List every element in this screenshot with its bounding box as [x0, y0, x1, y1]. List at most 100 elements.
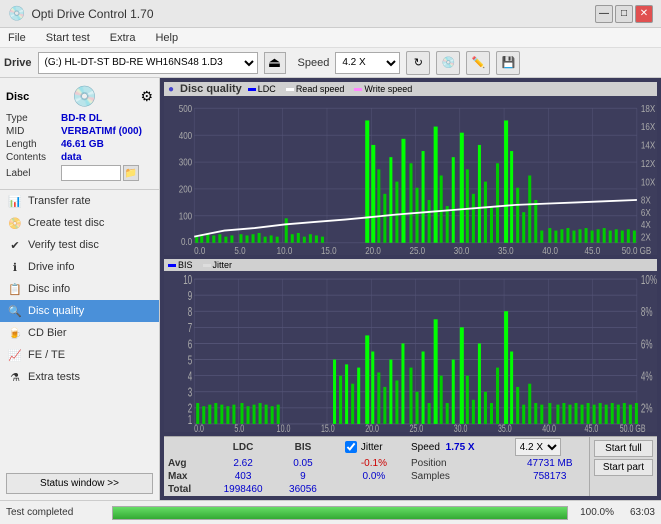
- svg-text:5: 5: [188, 354, 192, 368]
- svg-text:10X: 10X: [641, 177, 655, 188]
- refresh-button[interactable]: ↻: [406, 51, 430, 75]
- sidebar-item-create-test-disc[interactable]: 📀 Create test disc: [0, 212, 159, 234]
- svg-text:10: 10: [183, 273, 192, 287]
- contents-value: data: [61, 152, 82, 163]
- stats-bar: LDC BIS Jitter Speed 1.75 X: [164, 436, 657, 496]
- sidebar-item-fe-te[interactable]: 📈 FE / TE: [0, 344, 159, 366]
- svg-text:5.0: 5.0: [234, 245, 245, 255]
- write-icon-btn[interactable]: ✏️: [466, 51, 490, 75]
- sidebar-item-disc-quality[interactable]: 🔍 Disc quality: [0, 300, 159, 322]
- sidebar-label-verify-test-disc: Verify test disc: [28, 239, 99, 251]
- chart2-title-bar: BIS Jitter: [164, 259, 657, 271]
- legend-write-speed: Write speed: [354, 84, 412, 94]
- speed-select[interactable]: 4.2 X: [335, 52, 400, 74]
- legend-jitter-dot: [203, 264, 211, 267]
- jitter-checkbox[interactable]: [345, 441, 357, 453]
- length-value: 46.61 GB: [61, 139, 104, 150]
- sidebar-item-verify-test-disc[interactable]: ✔ Verify test disc: [0, 234, 159, 256]
- label-folder-button[interactable]: 📁: [123, 165, 139, 181]
- menu-file[interactable]: File: [4, 30, 30, 46]
- app-icon: 💿: [8, 5, 25, 22]
- svg-text:400: 400: [179, 130, 192, 141]
- svg-text:12X: 12X: [641, 158, 655, 169]
- label-input[interactable]: [61, 165, 121, 181]
- drive-select[interactable]: (G:) HL-DT-ST BD-RE WH16NS48 1.D3: [38, 52, 258, 74]
- legend-read-label: Read speed: [296, 84, 345, 94]
- svg-text:1: 1: [188, 413, 192, 427]
- svg-text:15.0: 15.0: [321, 421, 335, 432]
- menu-help[interactable]: Help: [151, 30, 182, 46]
- chart1-legend: LDC Read speed Write speed: [248, 84, 412, 94]
- sidebar-label-drive-info: Drive info: [28, 261, 74, 273]
- disc-section-title: Disc: [6, 91, 29, 103]
- sidebar-label-disc-info: Disc info: [28, 283, 70, 295]
- sidebar: Disc 💿 ⚙ Type BD-R DL MID VERBATIMf (000…: [0, 78, 160, 500]
- disc-settings-icon[interactable]: ⚙: [140, 88, 153, 105]
- stats-buttons: Start full Start part: [589, 437, 657, 496]
- start-full-button[interactable]: Start full: [594, 440, 653, 457]
- chart1-area: 500 400 300 200 100 0.0 18X 16X 14X 12X …: [164, 96, 657, 255]
- legend-bis: BIS: [168, 260, 193, 270]
- menu-extra[interactable]: Extra: [106, 30, 140, 46]
- svg-text:14X: 14X: [641, 140, 655, 151]
- drive-bar: Drive (G:) HL-DT-ST BD-RE WH16NS48 1.D3 …: [0, 48, 661, 78]
- close-button[interactable]: ✕: [635, 5, 653, 23]
- disc-quality-icon: 🔍: [8, 304, 22, 318]
- svg-text:30.0: 30.0: [454, 245, 470, 255]
- drive-label: Drive: [4, 57, 32, 69]
- sidebar-label-fe-te: FE / TE: [28, 349, 65, 361]
- col-bis-header: BIS: [277, 437, 329, 457]
- svg-text:20.0: 20.0: [365, 245, 381, 255]
- svg-text:0.0: 0.0: [181, 236, 192, 247]
- progress-percent: 100.0%: [574, 507, 614, 518]
- total-bis: 36056: [277, 483, 329, 496]
- progress-bar-outer: [112, 506, 568, 520]
- content-area: ● Disc quality LDC Read speed Write spee…: [160, 78, 661, 500]
- sidebar-item-drive-info[interactable]: ℹ Drive info: [0, 256, 159, 278]
- legend-ldc-label: LDC: [258, 84, 276, 94]
- legend-bis-label: BIS: [178, 260, 193, 270]
- svg-text:0.0: 0.0: [194, 245, 205, 255]
- legend-ldc-dot: [248, 88, 256, 91]
- sidebar-label-create-test-disc: Create test disc: [28, 217, 104, 229]
- svg-text:4%: 4%: [641, 370, 653, 384]
- speed-select-small[interactable]: 4.2 X: [515, 438, 561, 456]
- total-label: Total: [164, 483, 209, 496]
- svg-text:200: 200: [179, 184, 192, 195]
- mid-value: VERBATIMf (000): [61, 126, 142, 137]
- jitter-label: Jitter: [361, 442, 383, 453]
- eject-button[interactable]: ⏏: [264, 52, 286, 74]
- minimize-button[interactable]: —: [595, 5, 613, 23]
- status-window-button[interactable]: Status window >>: [6, 473, 153, 494]
- svg-text:6X: 6X: [641, 207, 651, 218]
- legend-read-speed: Read speed: [286, 84, 345, 94]
- maximize-button[interactable]: □: [615, 5, 633, 23]
- svg-text:6%: 6%: [641, 337, 653, 351]
- svg-text:40.0: 40.0: [542, 245, 558, 255]
- app-title: Opti Drive Control 1.70: [31, 7, 153, 21]
- type-label: Type: [6, 113, 61, 124]
- sidebar-item-extra-tests[interactable]: ⚗ Extra tests: [0, 366, 159, 388]
- create-test-disc-icon: 📀: [8, 216, 22, 230]
- svg-text:25.0: 25.0: [409, 245, 425, 255]
- sidebar-item-cd-bier[interactable]: 🍺 CD Bier: [0, 322, 159, 344]
- chart1-svg: 500 400 300 200 100 0.0 18X 16X 14X 12X …: [164, 96, 657, 255]
- max-label: Max: [164, 470, 209, 483]
- disc-icon-btn[interactable]: 💿: [436, 51, 460, 75]
- svg-text:10%: 10%: [641, 273, 657, 287]
- svg-text:500: 500: [179, 103, 192, 114]
- sidebar-item-disc-info[interactable]: 📋 Disc info: [0, 278, 159, 300]
- svg-text:6: 6: [188, 337, 192, 351]
- legend-ldc: LDC: [248, 84, 276, 94]
- svg-text:4: 4: [188, 370, 192, 384]
- jitter-row: Jitter: [345, 441, 403, 453]
- start-part-button[interactable]: Start part: [594, 459, 653, 476]
- save-button[interactable]: 💾: [496, 51, 520, 75]
- menu-start-test[interactable]: Start test: [42, 30, 94, 46]
- max-bis: 9: [277, 470, 329, 483]
- sidebar-label-transfer-rate: Transfer rate: [28, 195, 91, 207]
- drive-info-icon: ℹ: [8, 260, 22, 274]
- svg-text:7: 7: [188, 321, 192, 335]
- sidebar-item-transfer-rate[interactable]: 📊 Transfer rate: [0, 190, 159, 212]
- avg-bis: 0.05: [277, 457, 329, 470]
